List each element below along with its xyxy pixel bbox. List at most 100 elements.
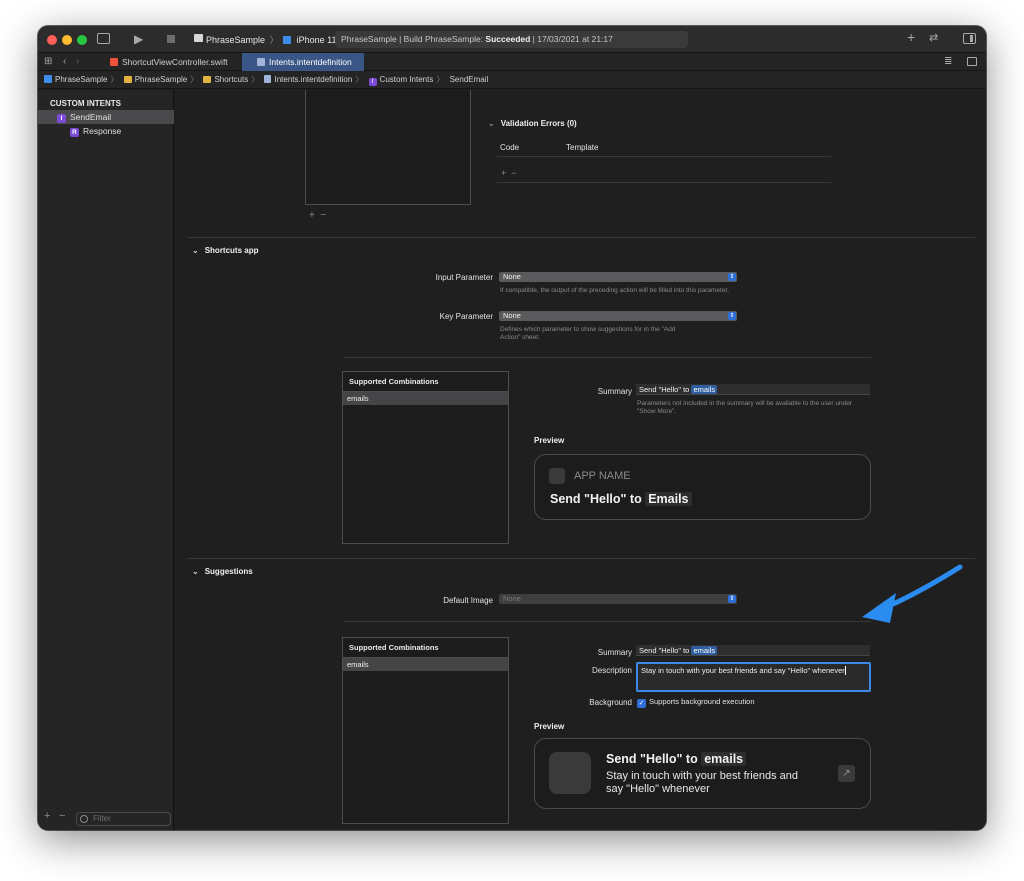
intent-file-icon: [264, 75, 272, 83]
text-cursor: [844, 666, 846, 675]
breadcrumb-project[interactable]: PhraseSample: [44, 71, 107, 89]
intent-icon: I: [57, 114, 66, 123]
checkbox-label: Supports background execution: [649, 697, 755, 706]
shortcuts-app-section-header[interactable]: ⌄ Shortcuts app: [192, 246, 258, 255]
zoom-window-button[interactable]: [77, 35, 87, 45]
folder-icon: [203, 76, 212, 83]
parameter-token[interactable]: emails: [691, 646, 718, 655]
annotation-arrow: [862, 564, 963, 623]
breadcrumb-group[interactable]: PhraseSample: [123, 71, 187, 89]
suggestion-preview-card: Send "Hello" to emails Stay in touch wit…: [534, 738, 871, 809]
key-parameter-label: Key Parameter: [439, 312, 493, 321]
navigator-toggle-icon[interactable]: [97, 33, 110, 44]
run-icon[interactable]: ▶: [134, 33, 143, 45]
intent-icon: I: [368, 78, 377, 86]
preview-title: Send "Hello" to Emails: [550, 492, 692, 506]
summary-field[interactable]: Send "Hello" to emails: [636, 384, 870, 395]
divider: [343, 357, 871, 358]
tab-label: ShortcutViewController.swift: [122, 57, 228, 67]
forward-icon[interactable]: ›: [76, 56, 79, 68]
list-item[interactable]: emails: [343, 392, 508, 405]
preview-app-name: APP NAME: [574, 470, 631, 482]
grid-icon[interactable]: ⊞: [44, 56, 52, 68]
add-remove-buttons[interactable]: + −: [309, 210, 326, 221]
intent-file-icon: [257, 58, 265, 66]
input-parameter-label: Input Parameter: [435, 273, 493, 282]
column-code: Code: [500, 143, 520, 152]
add-intent-button[interactable]: +: [44, 810, 50, 822]
breadcrumb-shortcuts[interactable]: Shortcuts: [203, 71, 248, 89]
description-field[interactable]: Stay in touch with your best friends and…: [636, 662, 871, 692]
breadcrumb-send-email[interactable]: SendEmail: [450, 71, 489, 89]
app-icon-placeholder: [549, 468, 565, 484]
tab-intents-definition[interactable]: Intents.intentdefinition: [242, 53, 364, 71]
add-icon[interactable]: +: [907, 30, 915, 44]
status-time: | 17/03/2021 at 21:17: [530, 34, 613, 44]
response-icon: R: [70, 128, 79, 137]
list-item[interactable]: emails: [343, 658, 508, 671]
default-image-popup[interactable]: None ⇕: [499, 594, 737, 604]
activity-viewer: PhraseSample | Build PhraseSample: Succe…: [335, 31, 688, 48]
sidebar-item-sendemail[interactable]: I SendEmail: [38, 110, 174, 124]
shortcuts-preview-card: APP NAME Send "Hello" to Emails: [534, 454, 871, 520]
suggestions-section-header[interactable]: ⌄ Suggestions: [192, 567, 253, 576]
divider: [497, 182, 831, 183]
inspector-toggle-icon[interactable]: [963, 33, 976, 44]
background-execution-checkbox[interactable]: ✓ Supports background execution: [637, 697, 755, 708]
folder-icon: [123, 76, 132, 83]
summary-text: Send "Hello" to: [639, 646, 692, 655]
suggestions-combinations-list[interactable]: Supported Combinations emails: [342, 637, 509, 824]
divider: [343, 621, 871, 622]
preview-token: Emails: [645, 492, 692, 506]
preview-label: Preview: [534, 436, 565, 445]
remove-intent-button[interactable]: −: [59, 810, 65, 822]
input-parameter-popup[interactable]: None ⇕: [499, 272, 737, 282]
default-image-label: Default Image: [443, 596, 493, 605]
validation-add-remove[interactable]: + −: [501, 168, 517, 178]
summary-label: Summary: [597, 387, 632, 396]
back-icon[interactable]: ‹: [63, 56, 66, 68]
divider: [497, 156, 831, 157]
filter-field[interactable]: Filter: [76, 812, 171, 826]
background-label: Background: [589, 698, 632, 707]
validation-errors-header[interactable]: ⌄ Validation Errors (0): [488, 119, 577, 128]
filter-icon: [80, 815, 88, 823]
suggestion-title: Send "Hello" to emails: [606, 752, 747, 766]
key-parameter-popup[interactable]: None ⇕: [499, 311, 737, 321]
popup-arrow-icon: ⇕: [728, 312, 736, 320]
list-header: Supported Combinations: [343, 638, 508, 658]
popup-value: None: [503, 594, 521, 603]
filter-placeholder: Filter: [93, 814, 111, 823]
suggestions-add-remove[interactable]: + −: [349, 828, 366, 830]
supported-combinations-list[interactable]: Supported Combinations emails: [342, 371, 509, 544]
open-arrow-icon: ↗: [838, 765, 855, 782]
column-template: Template: [566, 143, 599, 152]
close-window-button[interactable]: [47, 35, 57, 45]
navigator-sidebar: CUSTOM INTENTS I SendEmail R Response + − …: [38, 90, 174, 830]
parameters-list[interactable]: [305, 90, 471, 205]
parameter-token[interactable]: emails: [691, 385, 718, 394]
stop-icon[interactable]: [167, 35, 175, 43]
code-review-icon[interactable]: ⇄: [929, 32, 938, 44]
suggestions-summary-field[interactable]: Send "Hello" to emails: [636, 645, 870, 656]
sidebar-item-label: Response: [83, 126, 122, 136]
app-target-icon: [194, 34, 203, 42]
breadcrumb-custom-intents[interactable]: I Custom Intents: [368, 71, 433, 89]
breadcrumb-file[interactable]: Intents.intentdefinition: [264, 71, 352, 89]
editor-options-icon[interactable]: ≣: [944, 56, 952, 68]
tab-shortcut-view-controller[interactable]: ShortcutViewController.swift: [106, 53, 240, 71]
minimize-window-button[interactable]: [62, 35, 72, 45]
swift-file-icon: [110, 58, 118, 66]
checkmark-icon: ✓: [637, 699, 646, 708]
scheme-selector[interactable]: PhraseSample 〉 iPhone 11: [194, 33, 336, 46]
status-result: Succeeded: [485, 34, 531, 44]
summary-hint: Parameters not included in the summary w…: [637, 400, 852, 415]
device-name: iPhone 11: [296, 35, 337, 45]
sidebar-item-response[interactable]: R Response: [38, 124, 174, 138]
divider: [187, 237, 975, 238]
popup-arrow-icon: ⇕: [728, 595, 736, 603]
split-editor-icon[interactable]: [967, 57, 977, 66]
tab-bar: ⊞ ‹ › ShortcutViewController.swift Inten…: [38, 53, 986, 71]
summary-text: Send "Hello" to: [639, 385, 692, 394]
toolbar: ▶ PhraseSample 〉 iPhone 11 PhraseSample …: [38, 26, 986, 53]
